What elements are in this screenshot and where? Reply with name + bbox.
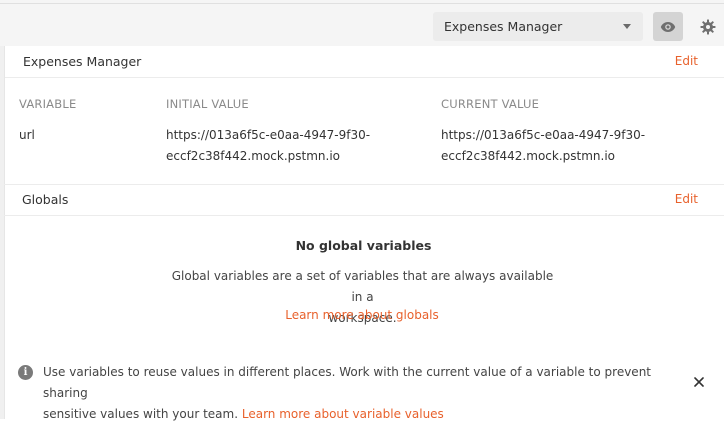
close-info-button[interactable] [690, 373, 708, 391]
close-icon [694, 377, 704, 387]
initial-value-line-2: eccf2c38f442.mock.pstmn.io [166, 149, 340, 163]
manage-environments-button[interactable] [694, 12, 722, 41]
info-icon: i [18, 365, 33, 380]
globals-section-header: Globals Edit [4, 184, 724, 216]
environment-title: Expenses Manager [23, 54, 142, 69]
variable-name: url [19, 128, 35, 142]
globals-title: Globals [22, 192, 69, 207]
current-value-line-2: eccf2c38f442.mock.pstmn.io [441, 149, 615, 163]
info-text-line-2: sensitive values with your team. Learn m… [43, 404, 673, 425]
current-value-line-1: https://013a6f5c-e0aa-4947-9f30- [441, 128, 646, 142]
info-text-line-1: Use variables to reuse values in differe… [43, 365, 651, 400]
top-bar: Expenses Manager [0, 0, 724, 46]
globals-description-line-1: Global variables are a set of variables … [171, 269, 554, 304]
eye-icon [660, 21, 676, 32]
chevron-down-icon [623, 24, 631, 29]
column-header-variable: VARIABLE [19, 97, 77, 111]
info-banner: i Use variables to reuse values in diffe… [18, 362, 708, 421]
environment-quick-look-button[interactable] [653, 12, 683, 41]
no-globals-title: No global variables [295, 238, 432, 253]
column-header-initial-value: INITIAL VALUE [166, 97, 249, 111]
edit-globals-link[interactable]: Edit [675, 192, 698, 206]
environment-select[interactable]: Expenses Manager [433, 12, 643, 41]
environment-select-label: Expenses Manager [444, 19, 563, 34]
column-header-current-value: CURRENT VALUE [441, 97, 540, 111]
gear-icon [700, 19, 716, 34]
environment-section-header: Expenses Manager Edit [5, 46, 724, 78]
initial-value-line-1: https://013a6f5c-e0aa-4947-9f30- [166, 128, 371, 142]
info-text: Use variables to reuse values in differe… [43, 362, 673, 425]
learn-more-globals-link[interactable]: Learn more about globals [0, 308, 724, 322]
tab-strip-edge [0, 0, 724, 4]
edit-environment-link[interactable]: Edit [675, 54, 698, 68]
